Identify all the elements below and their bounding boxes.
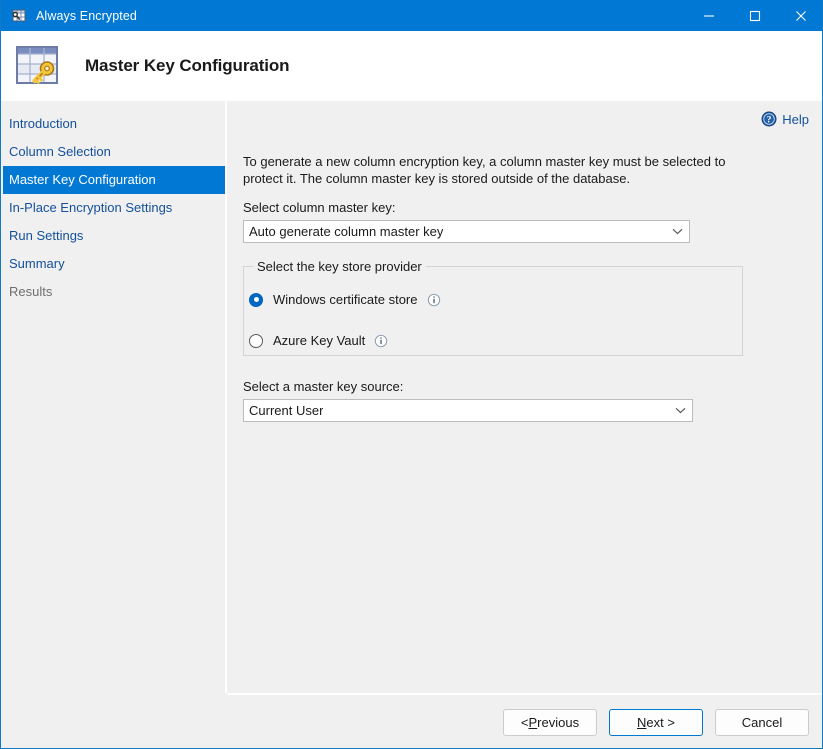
sidebar-item-in-place-encryption-settings[interactable]: In-Place Encryption Settings [1, 194, 225, 222]
sidebar-item-column-selection[interactable]: Column Selection [1, 138, 225, 166]
description-text: To generate a new column encryption key,… [243, 153, 735, 187]
footer-button-group: < Previous Next > Cancel [503, 709, 809, 736]
next-button[interactable]: Next > [609, 709, 703, 736]
close-button[interactable] [778, 0, 823, 31]
wizard-body: Introduction Column Selection Master Key… [1, 101, 822, 747]
radio-windows-certificate-store[interactable]: Windows certificate store [249, 292, 441, 307]
info-icon [427, 293, 441, 307]
sidebar-item-introduction[interactable]: Introduction [1, 110, 225, 138]
column-master-key-label: Select column master key: [243, 200, 803, 215]
maximize-button[interactable] [732, 0, 778, 31]
master-key-source-label: Select a master key source: [243, 379, 803, 394]
table-key-icon [11, 8, 27, 24]
sidebar-item-master-key-configuration[interactable]: Master Key Configuration [3, 166, 225, 194]
radio-windows-certificate-store-label: Windows certificate store [273, 292, 418, 307]
radio-azure-key-vault[interactable]: Azure Key Vault [249, 333, 388, 348]
title-bar: Always Encrypted [1, 0, 823, 31]
minimize-button[interactable] [686, 0, 732, 31]
previous-button-prefix: < [521, 715, 529, 730]
sidebar-item-results: Results [1, 278, 225, 306]
page-header: Master Key Configuration [1, 31, 823, 101]
always-encrypted-wizard-window: Always Encrypted [0, 0, 823, 749]
master-key-source-value: Current User [244, 403, 323, 418]
svg-text:?: ? [767, 116, 772, 126]
sidebar-item-summary[interactable]: Summary [1, 250, 225, 278]
page-title: Master Key Configuration [85, 56, 289, 76]
sidebar-item-run-settings[interactable]: Run Settings [1, 222, 225, 250]
next-button-suffix: ext > [646, 715, 675, 730]
radio-indicator [249, 293, 263, 307]
previous-button-accel: P [529, 715, 538, 730]
column-master-key-combobox[interactable]: Auto generate column master key [243, 220, 690, 243]
info-icon [374, 334, 388, 348]
maximize-icon [749, 10, 761, 22]
key-store-provider-legend: Select the key store provider [253, 259, 426, 274]
radio-indicator [249, 334, 263, 348]
minimize-icon [703, 10, 715, 22]
column-master-key-value: Auto generate column master key [244, 224, 443, 239]
master-key-source-combobox[interactable]: Current User [243, 399, 693, 422]
previous-button[interactable]: < Previous [503, 709, 597, 736]
radio-azure-key-vault-label: Azure Key Vault [273, 333, 365, 348]
chevron-down-icon [672, 221, 683, 242]
wizard-steps-sidebar: Introduction Column Selection Master Key… [1, 101, 225, 693]
cancel-button-suffix: Cancel [742, 715, 782, 730]
content-inner: To generate a new column encryption key,… [243, 153, 803, 422]
table-key-icon [14, 42, 62, 90]
chevron-down-icon [675, 400, 686, 421]
help-link[interactable]: ? Help [761, 111, 809, 127]
help-circle-icon: ? [761, 111, 777, 127]
window-title: Always Encrypted [36, 9, 137, 23]
cancel-button[interactable]: Cancel [715, 709, 809, 736]
previous-button-suffix: revious [537, 715, 579, 730]
key-store-provider-groupbox: Select the key store provider Windows ce… [243, 266, 743, 356]
next-button-accel: N [637, 715, 646, 730]
close-icon [795, 10, 807, 22]
wizard-footer: < Previous Next > Cancel [1, 695, 822, 747]
content-pane: ? Help To generate a new column encrypti… [227, 101, 822, 693]
help-label: Help [782, 112, 809, 127]
